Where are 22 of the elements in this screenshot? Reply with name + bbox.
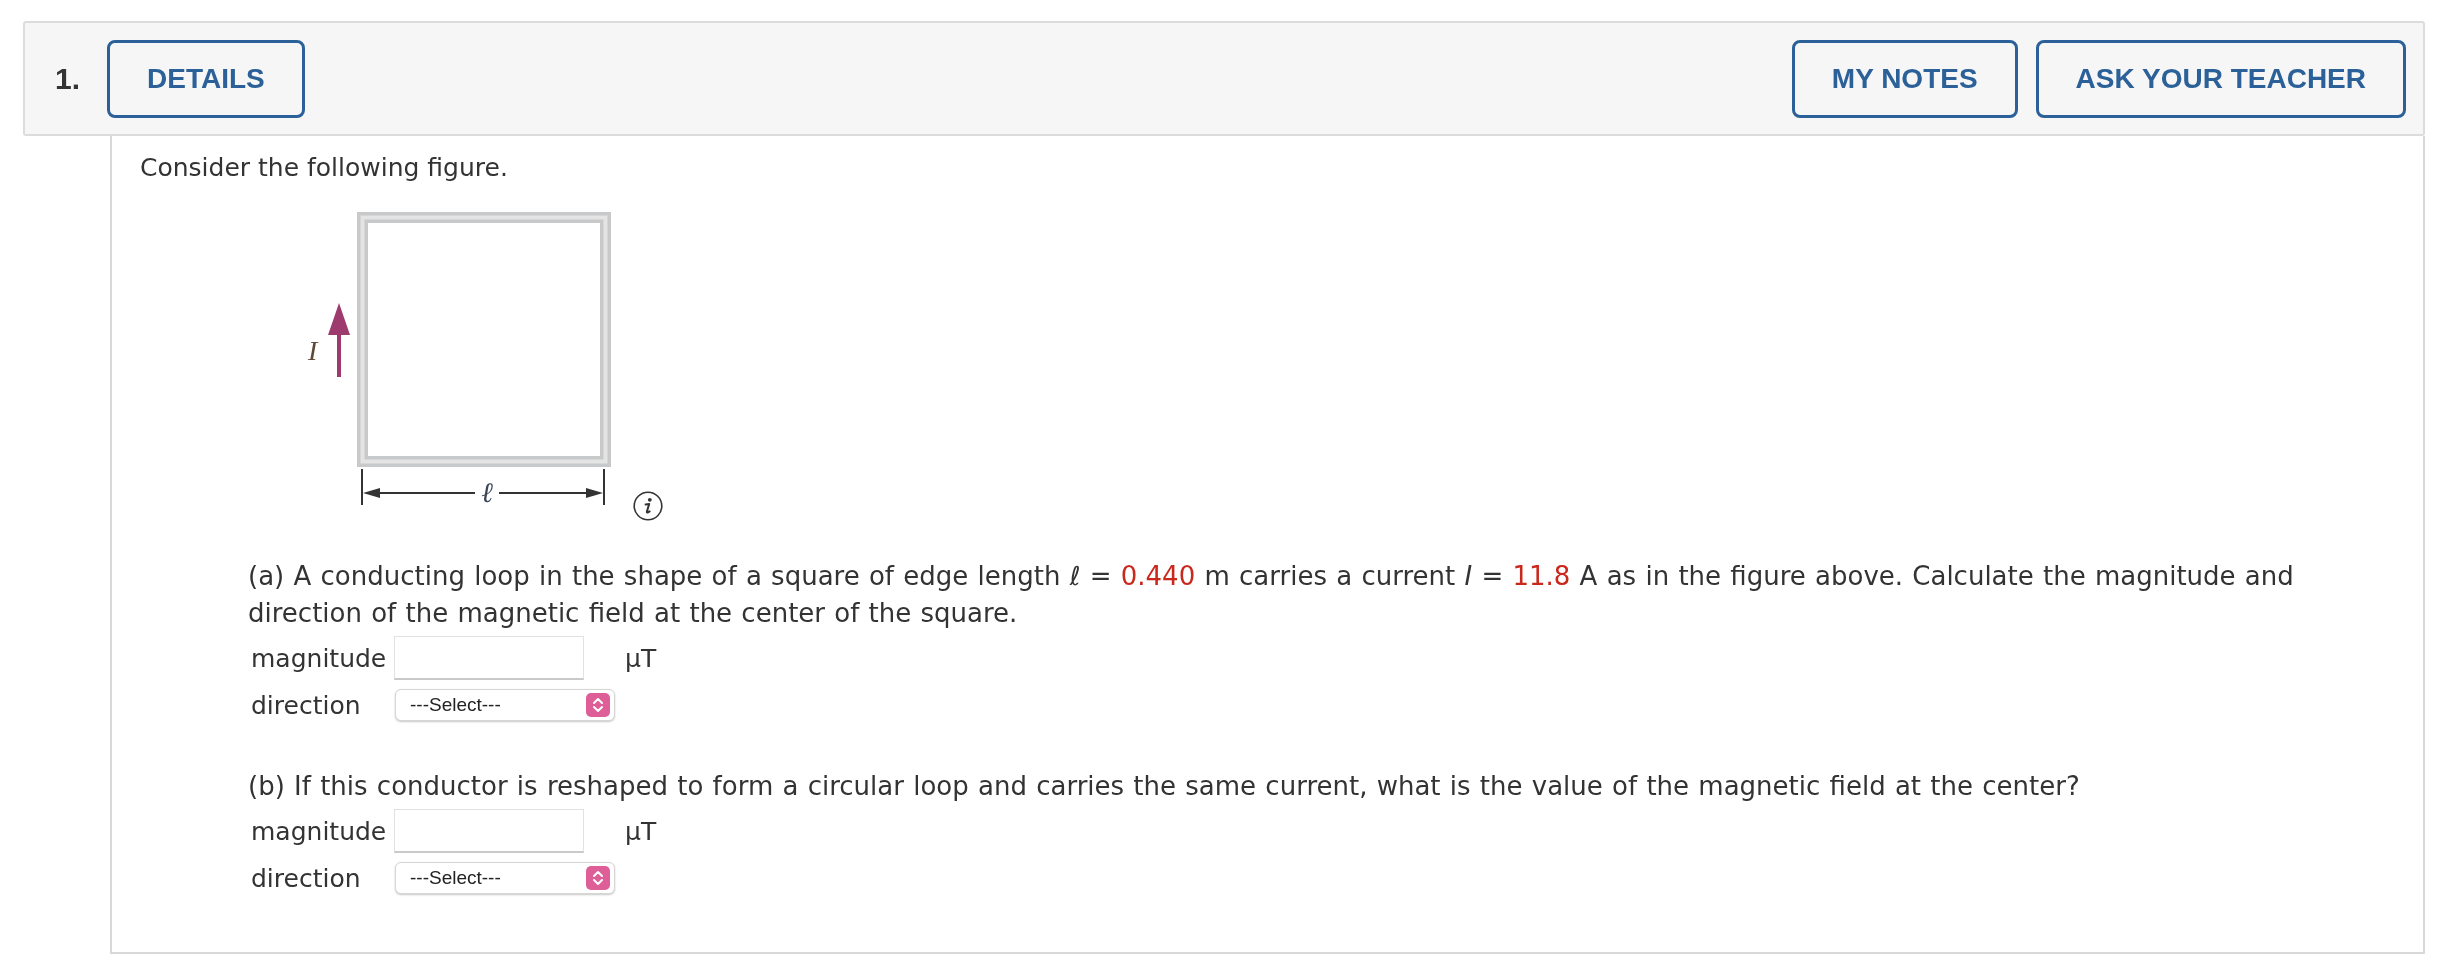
details-button[interactable]: DETAILS: [107, 39, 305, 118]
question-number: 1.: [55, 61, 81, 96]
stepper-icon: [586, 693, 610, 717]
field-label: magnitude: [250, 816, 388, 846]
question-text: (a) A conducting loop in the shape of a square of edge length ℓ = 0.440 m carries a current I = 11.8 A as in the figure above. Calculate the magnitude and direction of the magnetic field at the center of the square.: [248, 560, 2295, 630]
direction-select[interactable]: ---Select---: [395, 862, 615, 894]
intro-text: Consider the following figure.: [140, 152, 509, 184]
info-icon[interactable]: [633, 491, 663, 521]
answer-input[interactable]: [394, 809, 584, 853]
field-label: direction: [250, 690, 362, 720]
stepper-icon: [586, 866, 610, 890]
answer-input[interactable]: [394, 636, 584, 680]
ask-teacher-button[interactable]: ASK YOUR TEACHER: [2035, 39, 2406, 118]
field-label: magnitude: [250, 643, 388, 673]
unit-label: μT: [625, 816, 657, 846]
current-label: I: [308, 335, 318, 366]
notes-button[interactable]: MY NOTES: [1791, 39, 2018, 118]
question-text: (b) If this conductor is reshaped to form a circular loop and carries the same current, what is the value of the magnetic field at the center?: [248, 770, 2081, 803]
field-label: direction: [250, 863, 362, 893]
length-label: ℓ: [481, 477, 493, 506]
direction-select[interactable]: ---Select---: [395, 689, 615, 721]
unit-label: μT: [625, 643, 657, 673]
